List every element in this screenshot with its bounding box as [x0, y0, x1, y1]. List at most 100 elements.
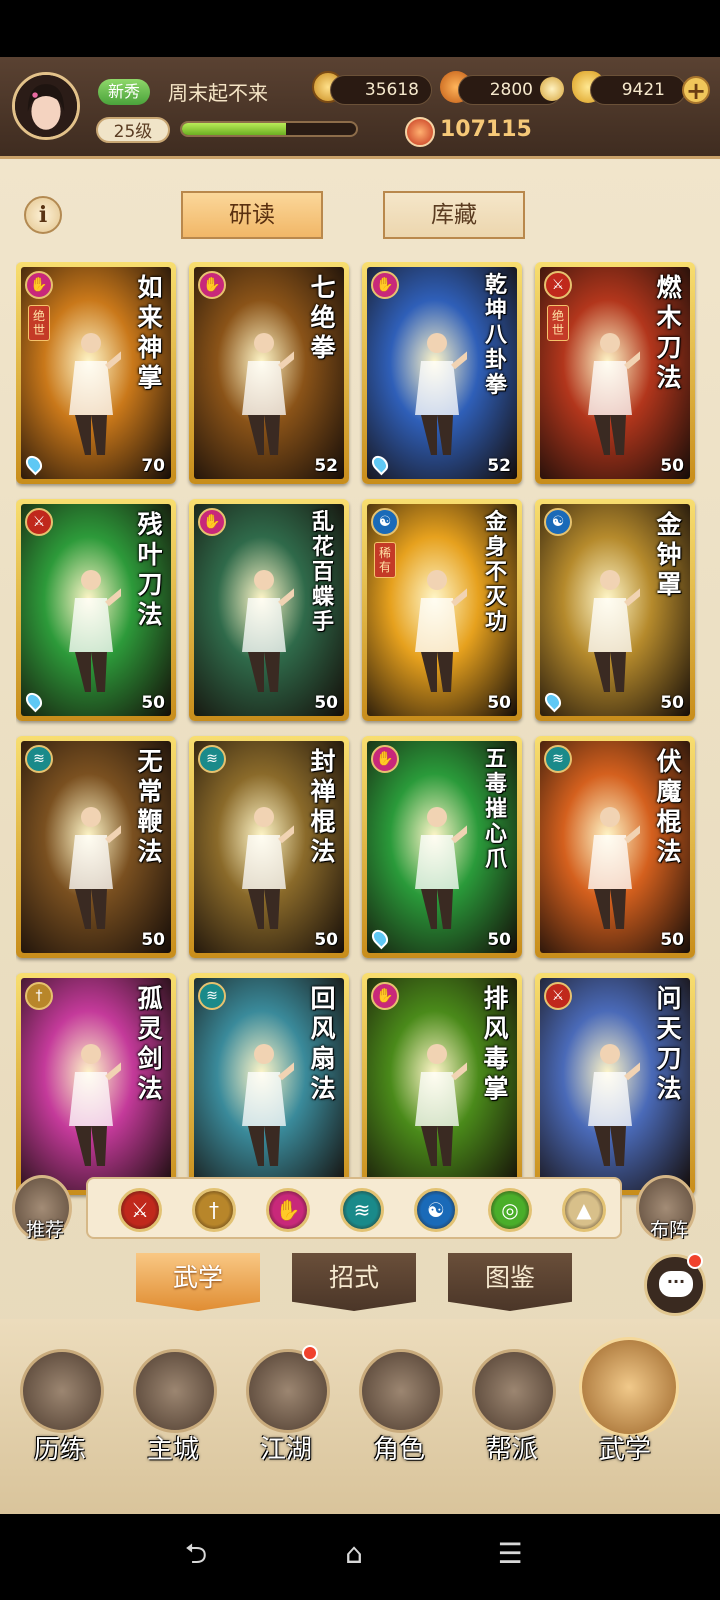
card-artwork: ≋ 回风扇法 [194, 978, 344, 1190]
coin-amount: 35618 [330, 75, 432, 105]
app-screen: 新秀 周末起不来 25级 35618 2800 9421 + 107115 i … [0, 57, 720, 1514]
palm-type-icon: ✋ [371, 745, 399, 773]
card-level: 50 [660, 693, 684, 713]
martial-artist-figure-icon [415, 570, 467, 692]
chat-icon: ··· [659, 1271, 693, 1297]
nav-label: 主城 [146, 1435, 199, 1465]
card-artwork: ✋ 排风毒掌 [367, 978, 517, 1190]
card-artwork: ☯ 金身不灭功 稀有 50 [367, 504, 517, 716]
martial-artist-figure-icon [242, 570, 294, 692]
martial-art-card[interactable]: ✋ 如来神掌 绝世 70 [16, 262, 176, 484]
water-drop-icon [368, 452, 392, 476]
blade-type-icon: ⚔ [25, 508, 53, 536]
combat-power-value: 107115 [440, 117, 532, 142]
martial-art-card[interactable]: ✋ 乱花百蝶手 50 [189, 499, 349, 721]
martial-artist-figure-icon [415, 807, 467, 929]
martial-art-card[interactable]: ⚔ 问天刀法 [535, 973, 695, 1195]
rank-badge: 新秀 [98, 79, 151, 105]
card-name: 燃木刀法 [656, 273, 682, 392]
light-filter-icon[interactable]: ◎ [488, 1188, 532, 1232]
chat-button[interactable]: ··· [644, 1253, 706, 1316]
card-artwork: ≋ 无常鞭法 50 [21, 741, 171, 953]
blade-type-icon: ⚔ [544, 982, 572, 1010]
water-drop-icon [368, 926, 392, 950]
martial-art-card[interactable]: ✋ 五毒摧心爪 50 [362, 736, 522, 958]
card-name: 如来神掌 [137, 273, 163, 392]
tab-study[interactable]: 研读 [181, 191, 323, 239]
card-level: 50 [660, 930, 684, 950]
tab-codex[interactable]: 图鉴 [448, 1253, 572, 1311]
palm-type-icon: ✋ [198, 271, 226, 299]
whip-filter-icon[interactable]: ≋ [340, 1188, 384, 1232]
card-name: 金身不灭功 [484, 509, 507, 635]
card-artwork: ✋ 五毒摧心爪 50 [367, 741, 517, 953]
nav-label: 历练 [33, 1435, 86, 1465]
guild-emblem-icon [472, 1349, 556, 1433]
info-button[interactable]: i [24, 196, 62, 234]
nav-training[interactable]: 历练 [10, 1337, 110, 1487]
add-currency-button[interactable]: + [682, 76, 710, 105]
card-artwork: ✋ 乱花百蝶手 50 [194, 504, 344, 716]
recommend-button[interactable]: 推荐 [12, 1175, 72, 1241]
martial-artist-figure-icon [588, 1044, 640, 1166]
nav-jianghu[interactable]: 江湖 [236, 1337, 336, 1487]
sword-filter-icon[interactable]: † [192, 1188, 236, 1232]
martial-artist-figure-icon [415, 1044, 467, 1166]
card-level: 50 [141, 930, 165, 950]
whip-type-icon: ≋ [198, 745, 226, 773]
card-name: 五毒摧心爪 [484, 746, 507, 872]
water-drop-icon [541, 689, 565, 713]
formation-button[interactable]: 布阵 [636, 1175, 696, 1241]
other-filter-icon[interactable]: ▲ [562, 1188, 606, 1232]
martial-art-card[interactable]: † 孤灵剑法 [16, 973, 176, 1195]
palm-filter-icon[interactable]: ✋ [266, 1188, 310, 1232]
tab-moves[interactable]: 招式 [292, 1253, 416, 1311]
city-gate-icon [133, 1349, 217, 1433]
card-level: 50 [314, 693, 338, 713]
blade-filter-icon[interactable]: ⚔ [118, 1188, 162, 1232]
card-artwork: † 孤灵剑法 [21, 978, 171, 1190]
back-icon[interactable]: ⮌ [176, 1534, 216, 1574]
card-name: 金钟罩 [656, 510, 682, 599]
player-avatar[interactable] [12, 72, 80, 140]
martial-artist-figure-icon [588, 570, 640, 692]
martial-art-card[interactable]: ≋ 回风扇法 [189, 973, 349, 1195]
martial-art-card[interactable]: ≋ 封禅棍法 50 [189, 736, 349, 958]
card-artwork: ⚔ 燃木刀法 绝世 50 [540, 267, 690, 479]
inner-filter-icon[interactable]: ☯ [414, 1188, 458, 1232]
martial-art-card[interactable]: ⚔ 残叶刀法 50 [16, 499, 176, 721]
menu-icon[interactable]: ☰ [490, 1534, 530, 1574]
card-artwork: ≋ 伏魔棍法 50 [540, 741, 690, 953]
nav-main-city[interactable]: 主城 [123, 1337, 223, 1487]
nav-guild[interactable]: 帮派 [462, 1337, 562, 1487]
card-name: 排风毒掌 [483, 984, 509, 1103]
exchange-icon[interactable] [540, 77, 564, 101]
martial-art-card[interactable]: ✋ 七绝拳 52 [189, 262, 349, 484]
card-level: 50 [141, 693, 165, 713]
inner-type-icon: ☯ [371, 508, 399, 536]
martial-art-card[interactable]: ☯ 金钟罩 50 [535, 499, 695, 721]
type-filter-bar: ⚔ † ✋ ≋ ☯ ◎ ▲ [86, 1177, 622, 1239]
home-icon[interactable]: ⌂ [334, 1534, 374, 1574]
scroll-icon [20, 1349, 104, 1433]
martial-art-card[interactable]: ✋ 乾坤八卦拳 52 [362, 262, 522, 484]
exp-bar [180, 121, 358, 137]
card-name: 无常鞭法 [137, 747, 163, 866]
nav-character[interactable]: 角色 [349, 1337, 449, 1487]
martial-art-card[interactable]: ≋ 无常鞭法 50 [16, 736, 176, 958]
card-name: 回风扇法 [310, 984, 336, 1103]
blade-type-icon: ⚔ [544, 271, 572, 299]
card-artwork: ✋ 乾坤八卦拳 52 [367, 267, 517, 479]
martial-art-card[interactable]: ☯ 金身不灭功 稀有 50 [362, 499, 522, 721]
martial-art-card[interactable]: ≋ 伏魔棍法 50 [535, 736, 695, 958]
tab-martial-arts[interactable]: 武学 [136, 1253, 260, 1311]
martial-art-card[interactable]: ⚔ 燃木刀法 绝世 50 [535, 262, 695, 484]
tab-collection[interactable]: 库藏 [383, 191, 525, 239]
card-level: 50 [487, 693, 511, 713]
palm-type-icon: ✋ [25, 271, 53, 299]
card-artwork: ⚔ 问天刀法 [540, 978, 690, 1190]
nav-martial-arts[interactable]: 武学 [575, 1337, 679, 1487]
rarity-tag: 绝世 [28, 305, 50, 341]
martial-art-card[interactable]: ✋ 排风毒掌 [362, 973, 522, 1195]
sword-icon [246, 1349, 330, 1433]
